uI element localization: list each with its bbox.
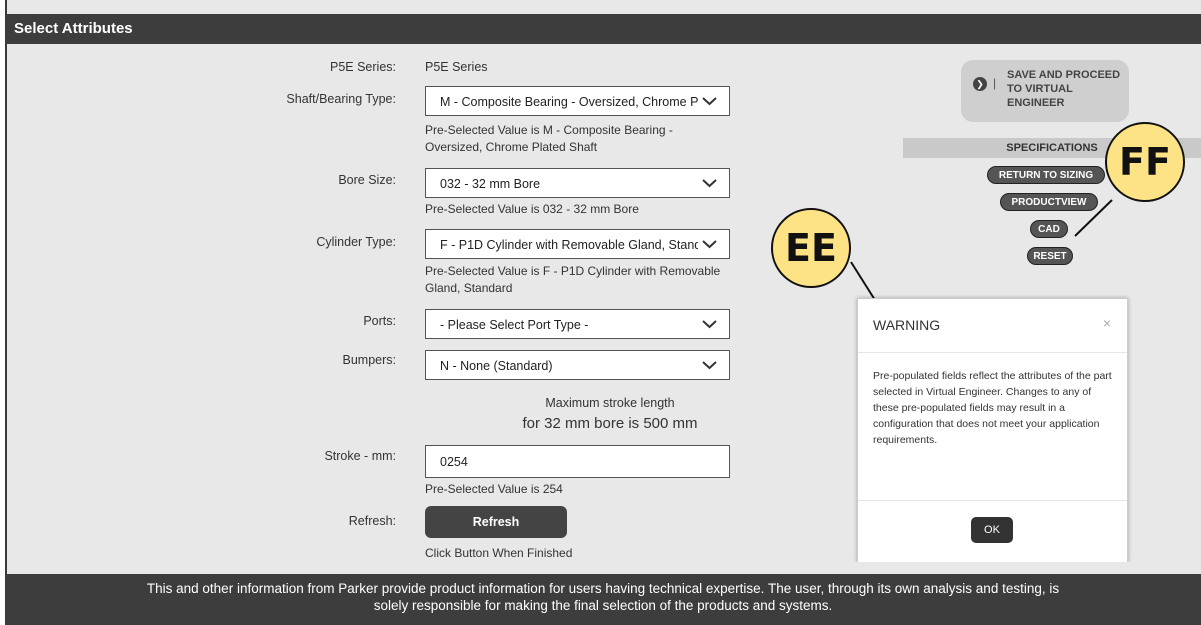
callout-badge-ee: EE — [771, 208, 851, 288]
close-icon[interactable]: × — [1103, 315, 1111, 331]
modal-body: Pre-populated fields reflect the attribu… — [873, 370, 1112, 446]
divider — [858, 352, 1127, 353]
ok-button[interactable]: OK — [971, 517, 1013, 543]
disclaimer-footer: This and other information from Parker p… — [5, 574, 1201, 625]
disclaimer-line-2: solely responsible for making the final … — [373, 598, 833, 613]
modal-title: WARNING — [873, 317, 941, 333]
divider — [858, 500, 1127, 501]
disclaimer-line-1: This and other information from Parker p… — [146, 581, 1060, 596]
callout-badge-ff: FF — [1105, 122, 1185, 202]
warning-modal: WARNING × Pre-populated fields reflect t… — [857, 298, 1128, 563]
panel-bottom — [7, 562, 1201, 574]
